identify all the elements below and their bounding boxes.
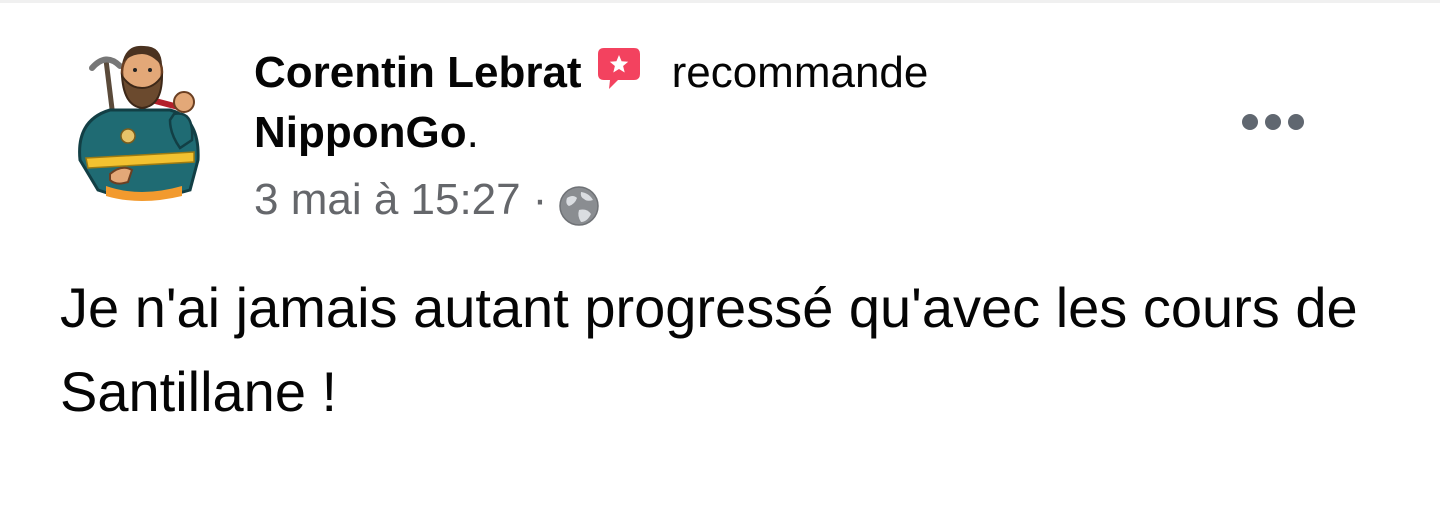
author-name[interactable]: Corentin Lebrat bbox=[254, 42, 582, 104]
page-name-period: . bbox=[466, 108, 479, 157]
page-name-link[interactable]: NipponGo bbox=[254, 108, 467, 157]
post-headline: Corentin Lebrat recommande bbox=[254, 42, 1214, 104]
post-timestamp[interactable]: 3 mai à 15:27 bbox=[254, 175, 521, 225]
globe-icon[interactable] bbox=[557, 184, 601, 228]
meta-separator: · bbox=[532, 175, 548, 224]
post-meta: 3 mai à 15:27 · bbox=[254, 164, 1214, 236]
avatar[interactable] bbox=[70, 40, 210, 205]
more-options-button[interactable] bbox=[1228, 96, 1318, 148]
post-body-text: Je n'ai jamais autant progressé qu'avec … bbox=[60, 276, 1358, 423]
recommended-page: NipponGo. bbox=[254, 104, 1214, 162]
avatar-illustration bbox=[78, 45, 200, 201]
top-divider bbox=[0, 0, 1440, 3]
recommends-label: recommande bbox=[671, 48, 929, 97]
speech-bubble-star-icon bbox=[596, 46, 642, 92]
post-header: Corentin Lebrat recommande NipponGo. 3 m… bbox=[254, 42, 1214, 236]
more-horizontal-icon bbox=[1242, 114, 1304, 130]
